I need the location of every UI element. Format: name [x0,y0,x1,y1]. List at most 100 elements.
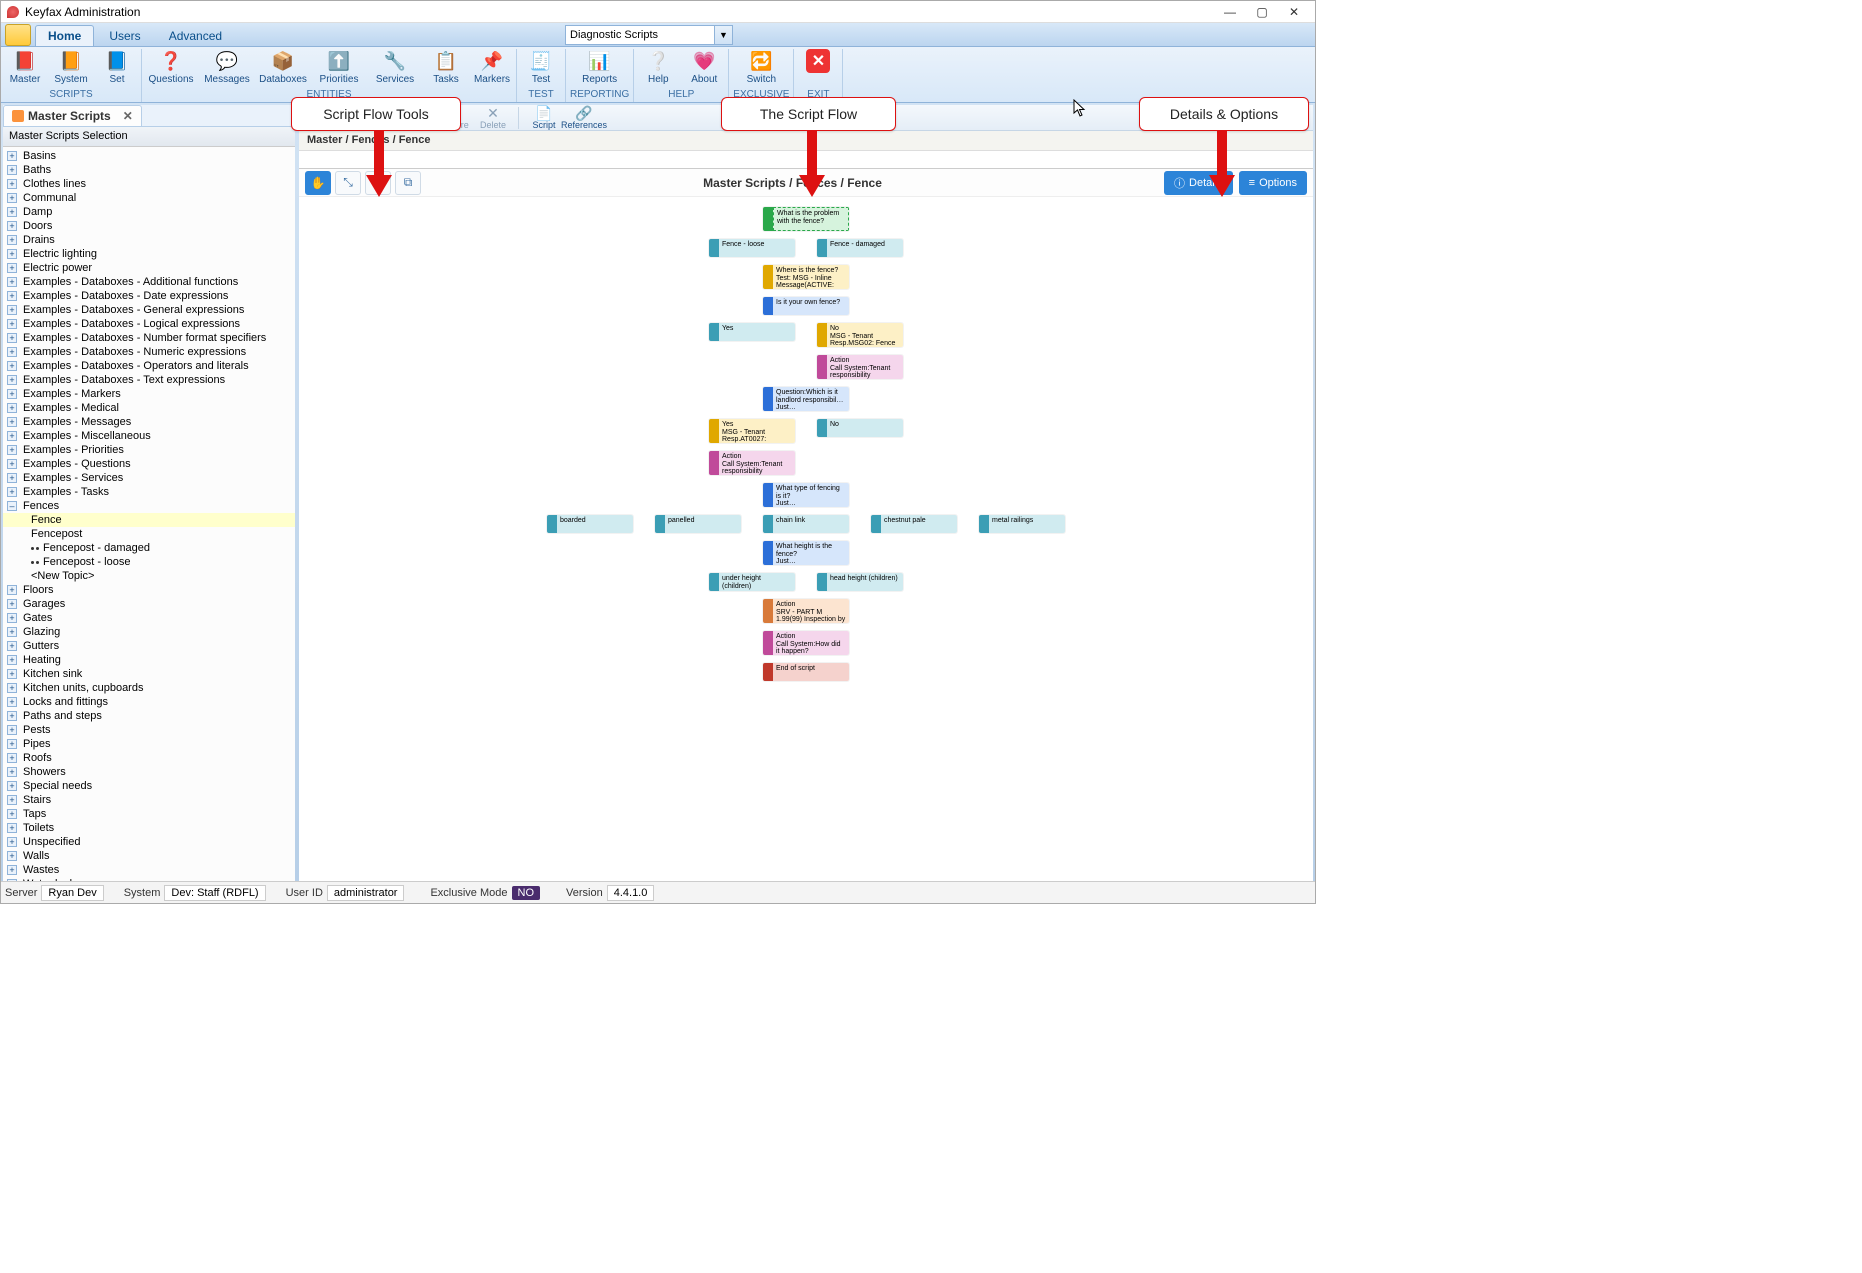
maximize-button[interactable]: ▢ [1247,3,1277,21]
flow-node-action3[interactable]: ActionSRV - PART M 1.99(99) Inspection b… [763,599,849,623]
expand-icon[interactable]: + [7,305,17,315]
tree-item[interactable]: +Damp [3,205,295,219]
flow-node-no2[interactable]: No [817,419,903,437]
expand-icon[interactable]: + [7,151,17,161]
expand-icon[interactable]: + [7,417,17,427]
flow-node-type-metal[interactable]: metal railings [979,515,1065,533]
ribbon-reports-button[interactable]: 📊Reports [575,49,625,85]
expand-icon[interactable]: + [7,683,17,693]
tree-item[interactable]: +Locks and fittings [3,695,295,709]
tree-item[interactable]: +Garages [3,597,295,611]
expand-icon[interactable]: + [7,473,17,483]
tree-item[interactable]: +Examples - Questions [3,457,295,471]
tree-item[interactable]: +Examples - Medical [3,401,295,415]
ribbon-tab-advanced[interactable]: Advanced [156,25,235,46]
expand-icon[interactable]: + [7,487,17,497]
tree-item[interactable]: +Examples - Databoxes - General expressi… [3,303,295,317]
expand-icon[interactable]: + [7,291,17,301]
tree-item[interactable]: +Heating [3,653,295,667]
tree-item[interactable]: +Electric lighting [3,247,295,261]
expand-icon[interactable]: + [7,851,17,861]
expand-icon[interactable]: + [7,263,17,273]
expand-icon[interactable]: + [7,809,17,819]
tree-item[interactable]: +Pests [3,723,295,737]
tree-subitem[interactable]: Fencepost - damaged [3,541,295,555]
tree-item[interactable]: +Wastes [3,863,295,877]
expand-icon[interactable]: + [7,585,17,595]
expand-icon[interactable]: + [7,627,17,637]
flow-node-type-boarded[interactable]: boarded [547,515,633,533]
flow-node-landlord[interactable]: Question:Which is it landlord responsibi… [763,387,849,411]
app-menu-button[interactable] [5,24,31,46]
expand-icon[interactable]: + [7,319,17,329]
ribbon-set-button[interactable]: 📘Set [97,49,137,85]
ribbon-switch-button[interactable]: 🔁Switch [741,49,781,85]
tree-item[interactable]: +Roofs [3,751,295,765]
tree-item[interactable]: +Examples - Databoxes - Operators and li… [3,359,295,373]
expand-icon[interactable]: + [7,613,17,623]
ribbon-services-button[interactable]: 🔧Services [370,49,420,85]
expand-icon[interactable]: + [7,235,17,245]
tool-delete-button[interactable]: ✕Delete [474,106,512,130]
ribbon-help-button[interactable]: ❔Help [638,49,678,85]
tree-item[interactable]: +Examples - Databoxes - Additional funct… [3,275,295,289]
expand-icon[interactable]: + [7,445,17,455]
flow-node-loose[interactable]: Fence - loose [709,239,795,257]
tree-item[interactable]: +Examples - Messages [3,415,295,429]
expand-icon[interactable]: + [7,207,17,217]
ribbon-exit-button[interactable]: ✕ [798,49,838,74]
flow-pointer-tool-button[interactable]: ⤡ [335,171,361,195]
tree-item[interactable]: +Unspecified [3,835,295,849]
flow-node-type[interactable]: What type of fencing is it?Just… [763,483,849,507]
expand-icon[interactable]: + [7,865,17,875]
expand-icon[interactable]: + [7,277,17,287]
flow-node-height-head[interactable]: head height (children) [817,573,903,591]
expand-icon[interactable]: + [7,347,17,357]
flow-node-own[interactable]: Is it your own fence? [763,297,849,315]
expand-icon[interactable]: + [7,781,17,791]
tree-item[interactable]: +Kitchen units, cupboards [3,681,295,695]
ribbon-messages-button[interactable]: 💬Messages [202,49,252,85]
expand-icon[interactable]: + [7,333,17,343]
tree-item[interactable]: +Examples - Markers [3,387,295,401]
ribbon-about-button[interactable]: 💗About [684,49,724,85]
ribbon-tab-home[interactable]: Home [35,25,94,46]
expand-icon[interactable]: + [7,739,17,749]
expand-icon[interactable]: + [7,403,17,413]
options-button[interactable]: ≡ Options [1239,171,1307,195]
tree-item[interactable]: +Clothes lines [3,177,295,191]
flow-node-action4[interactable]: ActionCall System:How did it happen? [763,631,849,655]
expand-icon[interactable]: + [7,431,17,441]
flow-node-action1[interactable]: ActionCall System:Tenant responsibility [817,355,903,379]
ribbon-databoxes-button[interactable]: 📦Databoxes [258,49,308,85]
ribbon-tab-users[interactable]: Users [96,25,153,46]
flow-node-damaged[interactable]: Fence - damaged [817,239,903,257]
tree-item[interactable]: +Walls [3,849,295,863]
tree-item[interactable]: +Showers [3,765,295,779]
tree-item[interactable]: +Glazing [3,625,295,639]
tree-subitem[interactable]: Fencepost - loose [3,555,295,569]
tree-item[interactable]: +Examples - Databoxes - Text expressions [3,373,295,387]
tree-item[interactable]: +Basins [3,149,295,163]
expand-icon[interactable]: + [7,361,17,371]
collapse-icon[interactable]: – [7,501,17,511]
flow-pan-tool-button[interactable]: ✋ [305,171,331,195]
tree-item[interactable]: +Drains [3,233,295,247]
expand-icon[interactable]: + [7,193,17,203]
ribbon-questions-button[interactable]: ❓Questions [146,49,196,85]
minimize-button[interactable]: — [1215,3,1245,21]
tree-item[interactable]: +Gutters [3,639,295,653]
tree-item[interactable]: +Gates [3,611,295,625]
expand-icon[interactable]: + [7,669,17,679]
tree-item[interactable]: +Kitchen sink [3,667,295,681]
expand-icon[interactable]: + [7,697,17,707]
flow-node-action2[interactable]: ActionCall System:Tenant responsibility [709,451,795,475]
expand-icon[interactable]: + [7,725,17,735]
tree-item[interactable]: +Examples - Services [3,471,295,485]
ribbon-markers-button[interactable]: 📌Markers [472,49,512,85]
tree-item[interactable]: +Communal [3,191,295,205]
tree-item[interactable]: +Examples - Miscellaneous [3,429,295,443]
ribbon-master-button[interactable]: 📕Master [5,49,45,85]
combo-dropdown-button[interactable]: ▼ [715,25,733,45]
expand-icon[interactable]: + [7,165,17,175]
